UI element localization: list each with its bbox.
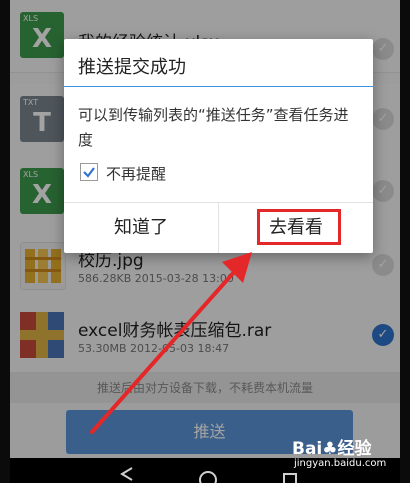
home-icon[interactable] [199, 471, 217, 483]
dont-remind-checkbox[interactable] [80, 163, 98, 181]
dont-remind-label[interactable]: 不再提醒 [106, 163, 166, 184]
highlight-box [257, 209, 341, 245]
phone-screen: XLS X 我的经验统计.xlsx ✓ TXT T ✓ XLS X ✓ [10, 0, 400, 483]
ok-button[interactable]: 知道了 [64, 203, 218, 253]
dialog-title: 推送提交成功 [78, 57, 186, 78]
watermark-logo: Bai♣经验 [292, 439, 372, 459]
baidu-watermark: Bai♣经验 jingyan.baidu.com [292, 432, 404, 476]
dialog-title-divider [64, 86, 373, 87]
push-success-dialog: 推送提交成功 可以到传输列表的“推送任务”查看任务进度 不再提醒 知道了 去看看 [64, 39, 373, 253]
checkmark-icon [83, 167, 95, 178]
back-icon[interactable] [120, 467, 133, 481]
dialog-message: 可以到传输列表的“推送任务”查看任务进度 [78, 106, 349, 149]
watermark-url: jingyan.baidu.com [294, 458, 387, 469]
